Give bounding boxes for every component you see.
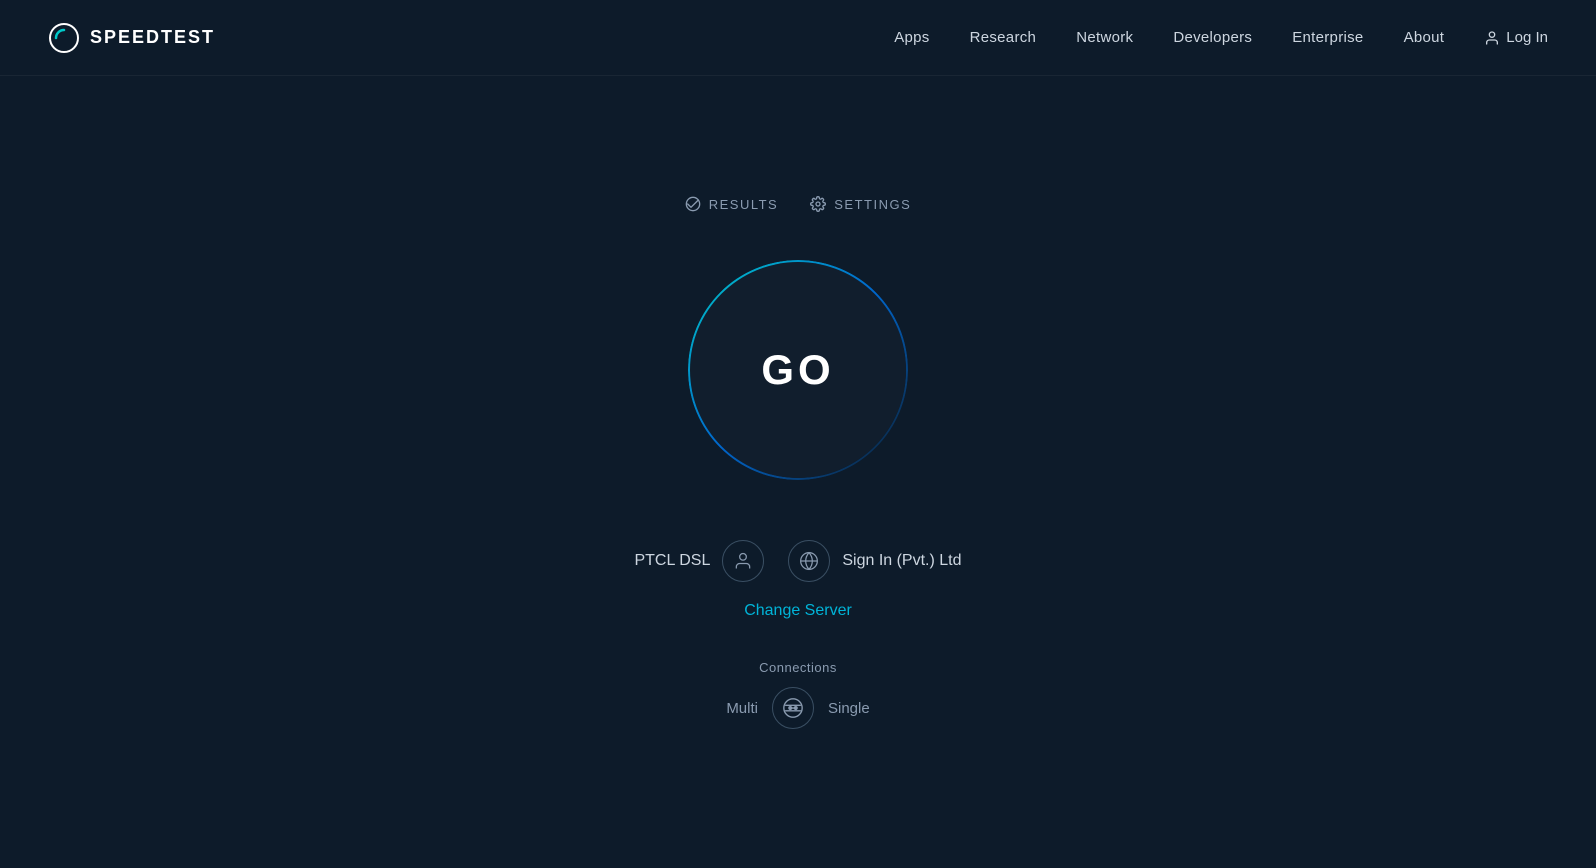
go-button-container: GO xyxy=(688,260,908,480)
connections-toggle: Multi Single xyxy=(726,687,869,729)
nav-item-network[interactable]: Network xyxy=(1076,29,1133,46)
results-tab-label: RESULTS xyxy=(709,197,779,212)
login-button[interactable]: Log In xyxy=(1484,29,1548,46)
main-content: RESULTS SETTINGS GO PTCL DSL xyxy=(0,76,1596,729)
go-button[interactable]: GO xyxy=(688,260,908,480)
isp-info: PTCL DSL xyxy=(634,540,764,582)
nav-item-developers[interactable]: Developers xyxy=(1173,29,1252,46)
change-server-link[interactable]: Change Server xyxy=(744,602,852,620)
main-nav: Apps Research Network Developers Enterpr… xyxy=(894,29,1548,46)
server-name: Sign In (Pvt.) Ltd xyxy=(842,552,961,570)
person-icon xyxy=(1484,30,1500,46)
results-tab[interactable]: RESULTS xyxy=(685,196,779,212)
speedtest-logo-icon xyxy=(48,22,80,54)
connections-toggle-icon[interactable] xyxy=(772,687,814,729)
isp-person-icon xyxy=(733,551,753,571)
nav-item-research[interactable]: Research xyxy=(970,29,1037,46)
top-tabs: RESULTS SETTINGS xyxy=(685,196,912,212)
settings-icon xyxy=(810,196,826,212)
header: SPEEDTEST Apps Research Network Develope… xyxy=(0,0,1596,76)
nav-item-enterprise[interactable]: Enterprise xyxy=(1292,29,1363,46)
provider-info: PTCL DSL Sign In (Pvt.) Ltd xyxy=(634,540,961,582)
connections-section: Connections Multi Single xyxy=(726,660,869,729)
logo: SPEEDTEST xyxy=(48,22,215,54)
multi-connection-icon xyxy=(782,697,804,719)
multi-option: Multi xyxy=(726,700,758,717)
person-icon-circle xyxy=(722,540,764,582)
login-label: Log In xyxy=(1506,29,1548,46)
settings-tab-label: SETTINGS xyxy=(834,197,911,212)
connections-label: Connections xyxy=(759,660,837,675)
isp-name: PTCL DSL xyxy=(634,552,710,570)
nav-item-about[interactable]: About xyxy=(1404,29,1445,46)
single-option: Single xyxy=(828,700,870,717)
results-icon xyxy=(685,196,701,212)
logo-text: SPEEDTEST xyxy=(90,27,215,48)
globe-icon xyxy=(799,551,819,571)
nav-item-apps[interactable]: Apps xyxy=(894,29,929,46)
settings-tab[interactable]: SETTINGS xyxy=(810,196,911,212)
go-label: GO xyxy=(761,346,834,394)
server-info: Sign In (Pvt.) Ltd xyxy=(788,540,961,582)
globe-icon-circle xyxy=(788,540,830,582)
